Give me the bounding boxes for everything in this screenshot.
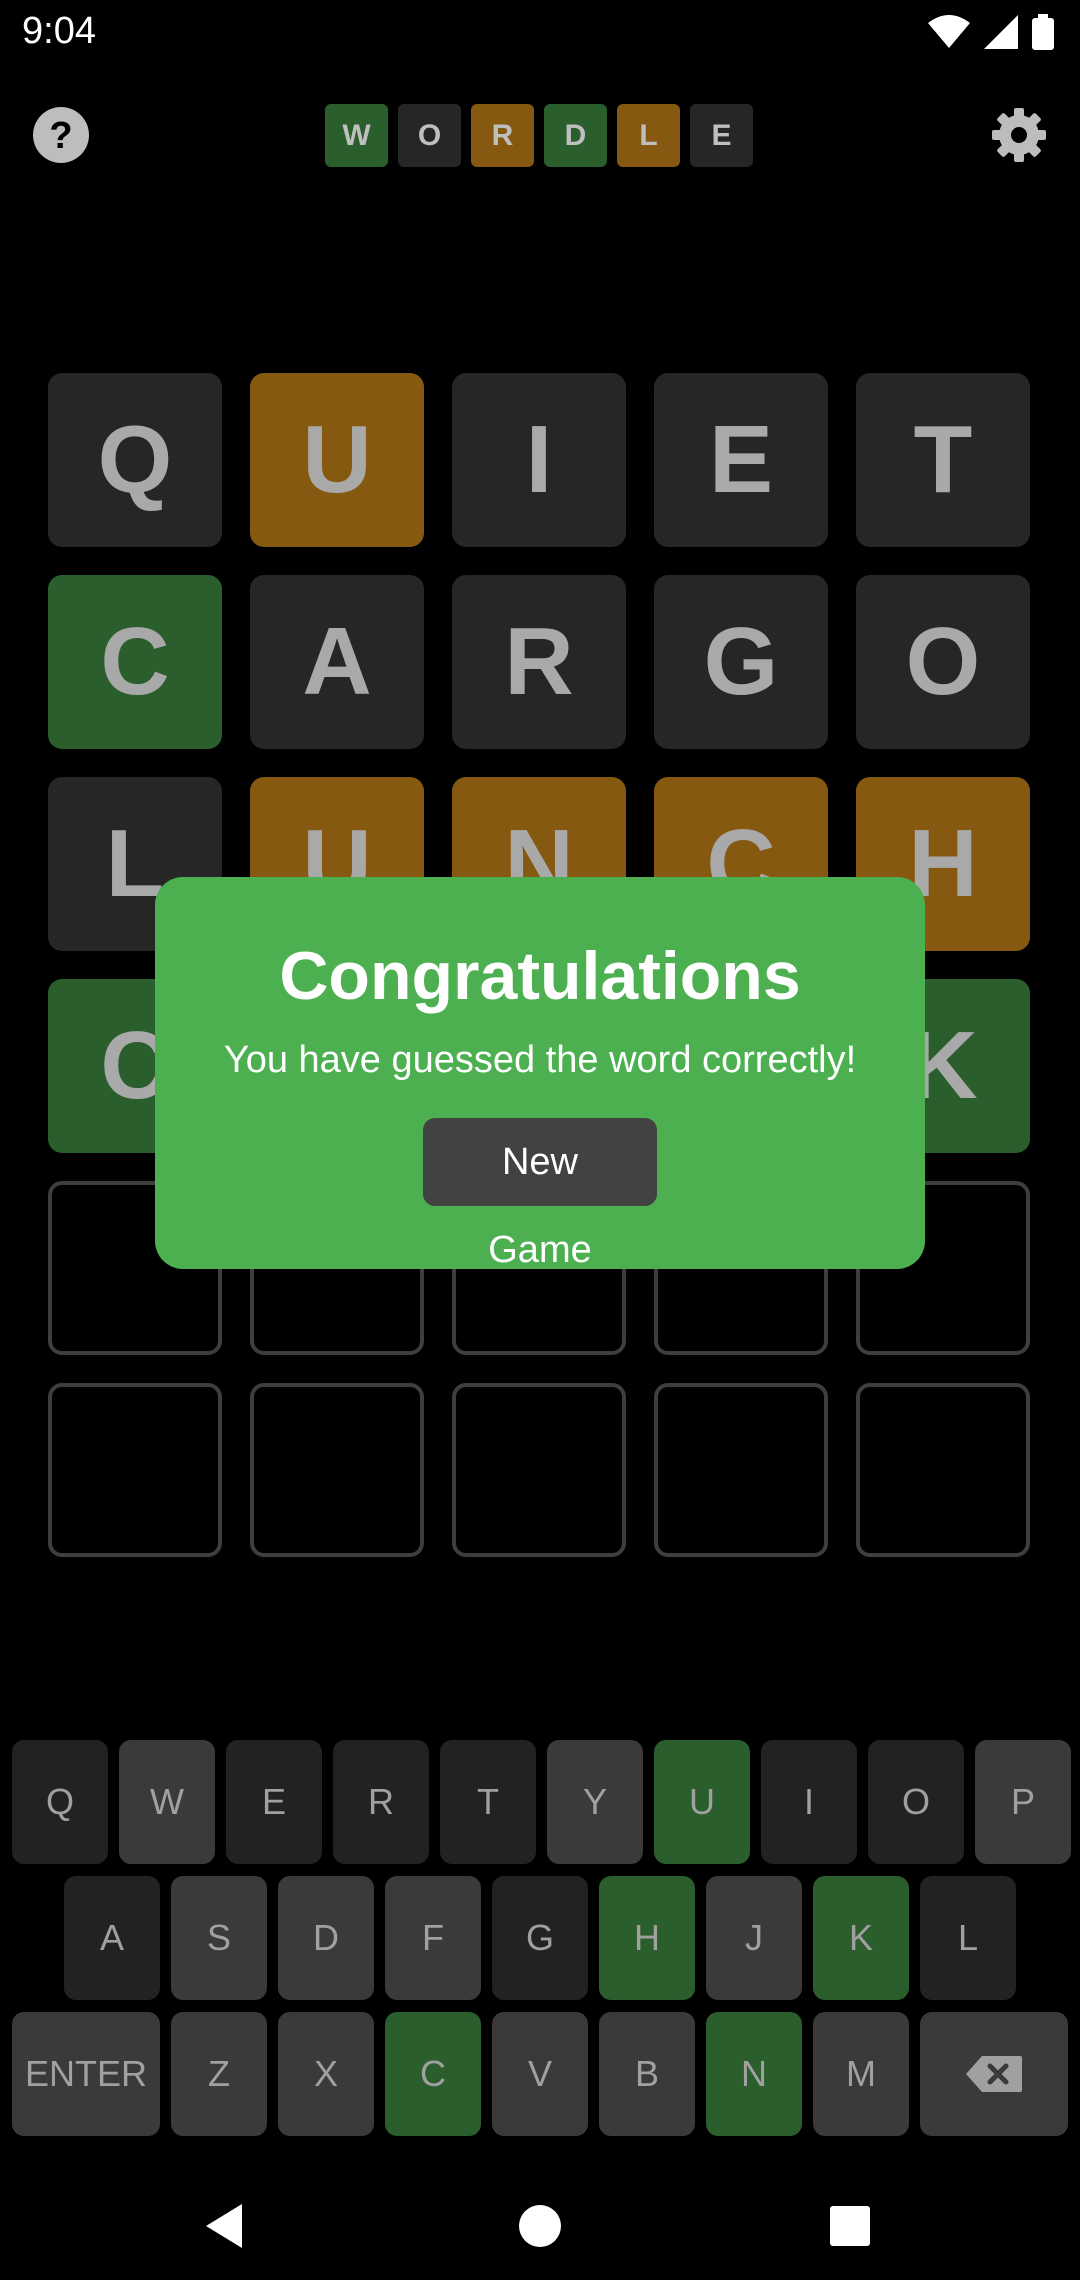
key-j[interactable]: J	[706, 1876, 802, 2000]
board-tile: R	[452, 575, 626, 749]
key-c[interactable]: C	[385, 2012, 481, 2136]
key-n[interactable]: N	[706, 2012, 802, 2136]
keyboard-row-2: ASDFGHJKL	[64, 1876, 1016, 2000]
key-x[interactable]: X	[278, 2012, 374, 2136]
nav-back-button[interactable]	[196, 2196, 256, 2256]
key-q[interactable]: Q	[12, 1740, 108, 1864]
status-time: 9:04	[22, 10, 96, 52]
board-tile	[48, 1383, 222, 1557]
nav-recents-button[interactable]	[820, 2196, 880, 2256]
congratulations-dialog: Congratulations You have guessed the wor…	[155, 877, 925, 1271]
key-t[interactable]: T	[440, 1740, 536, 1864]
key-l[interactable]: L	[920, 1876, 1016, 2000]
key-f[interactable]: F	[385, 1876, 481, 2000]
key-d[interactable]: D	[278, 1876, 374, 2000]
logo-tile: L	[617, 104, 680, 167]
key-v[interactable]: V	[492, 2012, 588, 2136]
board-tile	[250, 1383, 424, 1557]
logo-tile: R	[471, 104, 534, 167]
key-a[interactable]: A	[64, 1876, 160, 2000]
board-tile	[856, 1383, 1030, 1557]
board-tile: G	[654, 575, 828, 749]
home-circle-icon	[519, 2205, 561, 2247]
dialog-message: You have guessed the word correctly!	[223, 1039, 857, 1081]
board-row	[48, 1383, 1030, 1557]
board-tile: I	[452, 373, 626, 547]
board-tile	[654, 1383, 828, 1557]
gear-icon	[992, 108, 1046, 162]
keyboard-row-3: ENTER Z X C V B N M	[12, 2012, 1068, 2136]
key-w[interactable]: W	[119, 1740, 215, 1864]
svg-text:?: ?	[49, 115, 72, 157]
settings-button[interactable]	[988, 104, 1050, 166]
key-h[interactable]: H	[599, 1876, 695, 2000]
key-y[interactable]: Y	[547, 1740, 643, 1864]
enter-key[interactable]: ENTER	[12, 2012, 160, 2136]
board-tile	[452, 1383, 626, 1557]
board-tile: A	[250, 575, 424, 749]
logo-tile: O	[398, 104, 461, 167]
cellular-signal-icon	[984, 15, 1018, 49]
backspace-key[interactable]	[920, 2012, 1068, 2136]
key-p[interactable]: P	[975, 1740, 1071, 1864]
logo-tile: W	[325, 104, 388, 167]
dialog-title: Congratulations	[279, 938, 801, 1014]
logo-tile: E	[690, 104, 753, 167]
question-circle-icon: ?	[33, 107, 89, 163]
key-e[interactable]: E	[226, 1740, 322, 1864]
keyboard-row-1: QWERTYUIOP	[12, 1740, 1071, 1864]
key-k[interactable]: K	[813, 1876, 909, 2000]
key-r[interactable]: R	[333, 1740, 429, 1864]
board-row: CARGO	[48, 575, 1030, 749]
status-icons	[928, 14, 1054, 50]
new-game-button[interactable]: New Game	[423, 1118, 657, 1271]
board-tile: U	[250, 373, 424, 547]
board-tile: O	[856, 575, 1030, 749]
board-tile: Q	[48, 373, 222, 547]
key-u[interactable]: U	[654, 1740, 750, 1864]
back-triangle-icon	[206, 2204, 242, 2248]
battery-icon	[1032, 14, 1054, 50]
board-row: QUIET	[48, 373, 1030, 547]
board-tile: E	[654, 373, 828, 547]
key-z[interactable]: Z	[171, 2012, 267, 2136]
navigation-bar	[0, 2180, 1080, 2280]
key-b[interactable]: B	[599, 2012, 695, 2136]
key-i[interactable]: I	[761, 1740, 857, 1864]
status-bar: 9:04	[0, 0, 1080, 66]
recents-square-icon	[830, 2206, 870, 2246]
board-tile: C	[48, 575, 222, 749]
key-s[interactable]: S	[171, 1876, 267, 2000]
wordle-logo: WORDLE	[325, 104, 753, 167]
wifi-icon	[928, 15, 970, 48]
key-o[interactable]: O	[868, 1740, 964, 1864]
nav-home-button[interactable]	[510, 2196, 570, 2256]
key-m[interactable]: M	[813, 2012, 909, 2136]
backspace-icon	[966, 2056, 1022, 2092]
board-tile: T	[856, 373, 1030, 547]
help-button[interactable]: ?	[30, 104, 92, 166]
key-g[interactable]: G	[492, 1876, 588, 2000]
logo-tile: D	[544, 104, 607, 167]
